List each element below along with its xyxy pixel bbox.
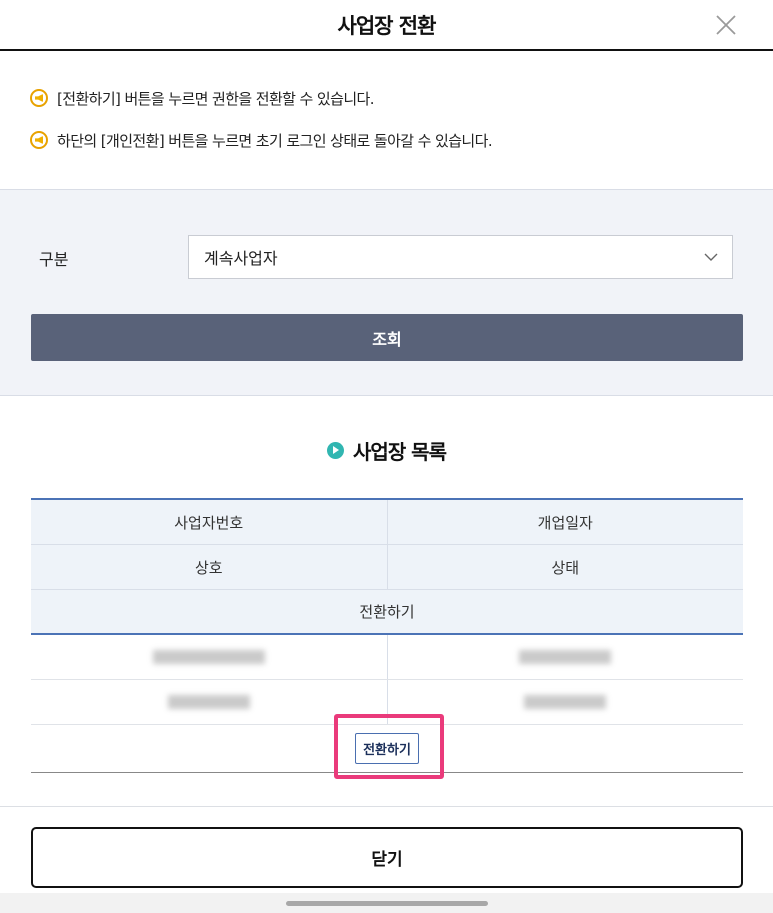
search-panel: 구분 계속사업자 조회 [0, 189, 773, 396]
bottom-bar [0, 893, 773, 913]
page-title: 사업장 전환 [337, 13, 437, 38]
notice-item: 하단의 [개인전환] 버튼을 누르면 초기 로그인 상태로 돌아갈 수 있습니다… [30, 129, 493, 151]
header-business-number: 사업자번호 [31, 500, 388, 544]
section-title: 사업장 목록 [0, 436, 773, 465]
table-row [31, 635, 743, 680]
redacted-value [152, 650, 265, 664]
home-indicator [286, 901, 488, 906]
category-selected-value: 계속사업자 [204, 249, 278, 268]
header-switch: 전환하기 [359, 603, 415, 621]
category-select[interactable]: 계속사업자 [188, 235, 733, 279]
play-circle-icon [327, 442, 345, 459]
notice-list: [전환하기] 버튼을 누르면 권한을 전환할 수 있습니다. 하단의 [개인전환… [30, 87, 493, 171]
notice-text: 하단의 [개인전환] 버튼을 누르면 초기 로그인 상태로 돌아갈 수 있습니다… [57, 131, 493, 150]
header: 사업장 전환 [0, 0, 773, 51]
chevron-down-icon [704, 253, 718, 261]
close-button[interactable]: 닫기 [31, 827, 743, 888]
table-row [31, 680, 743, 725]
redacted-value [519, 650, 612, 664]
table-header-row: 전환하기 [31, 590, 743, 635]
notice-item: [전환하기] 버튼을 누르면 권한을 전환할 수 있습니다. [30, 87, 492, 109]
business-table: 사업자번호 개업일자 상호 상태 전환하기 전환하기 [31, 498, 743, 773]
business-switch-page: 사업장 전환 [전환하기] 버튼을 누르면 권한을 전환할 수 있습니다. 하단… [0, 0, 773, 913]
search-button[interactable]: 조회 [31, 314, 743, 361]
section-title-text: 사업장 목록 [353, 440, 447, 464]
switch-cell: 전환하기 [31, 725, 743, 772]
speaker-notice-icon [30, 89, 48, 107]
business-number-cell [31, 635, 388, 679]
divider [0, 806, 773, 807]
speaker-notice-icon [30, 131, 48, 149]
table-row: 전환하기 [31, 725, 743, 773]
table-header-row: 사업자번호 개업일자 [31, 500, 743, 545]
switch-button[interactable]: 전환하기 [355, 733, 419, 764]
company-name-cell [31, 680, 388, 724]
notice-text: [전환하기] 버튼을 누르면 권한을 전환할 수 있습니다. [57, 89, 374, 108]
header-company-name: 상호 [31, 545, 388, 589]
close-icon[interactable] [709, 8, 743, 42]
table-header-row: 상호 상태 [31, 545, 743, 590]
header-status: 상태 [551, 558, 580, 577]
redacted-value [167, 695, 250, 709]
header-open-date: 개업일자 [537, 513, 593, 532]
status-cell [388, 680, 744, 724]
category-label: 구분 [39, 250, 69, 269]
open-date-cell [388, 635, 744, 679]
redacted-value [524, 695, 607, 709]
